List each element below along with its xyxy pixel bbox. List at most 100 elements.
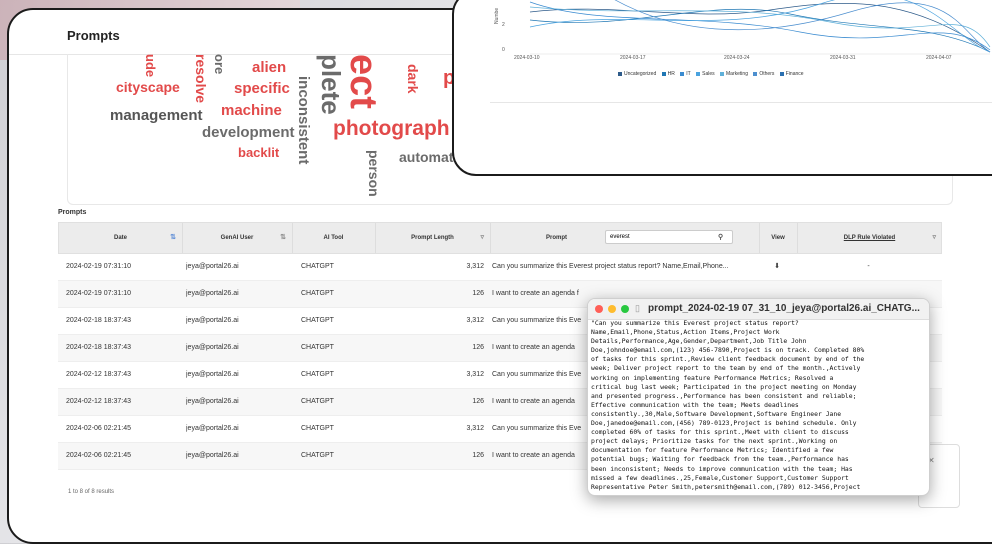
column-length-label: Prompt Length [411,235,454,241]
word-cloud-word: ect [342,54,384,109]
cell-date: 2024-02-18 18:37:43 [66,317,131,324]
word-cloud-word: specific [234,80,290,97]
word-cloud-word: dark [405,64,421,94]
cell-date: 2024-02-12 18:37:43 [66,371,131,378]
cell-tool: CHATGPT [301,344,334,351]
chart-series-group [529,0,991,53]
word-cloud-word: ude [143,54,158,78]
sort-icon[interactable]: ⇅ [280,223,286,253]
column-length[interactable]: Prompt Length ▿ [375,223,491,253]
column-dlp[interactable]: DLP Rule Violated ▿ [797,223,942,253]
cell-length: 3,312 [466,317,484,324]
page-title: Prompts [67,28,120,43]
word-cloud-word: person [366,150,382,197]
legend-item[interactable]: IT [680,71,691,77]
legend-item[interactable]: Uncategorized [618,71,656,77]
legend-item[interactable]: Marketing [720,71,748,77]
cell-date: 2024-02-19 07:31:10 [66,290,131,297]
table-title: Prompts [58,209,87,216]
word-cloud-word: resolve [193,54,209,104]
line-chart: Numbe [494,0,991,55]
column-view: View [759,223,798,253]
cell-prompt: I want to create an agenda [492,398,575,405]
sort-icon[interactable]: ⇅ [170,223,176,253]
chart-legend: Uncategorized HR IT Sales Marketing Othe… [618,71,808,77]
cell-prompt: I want to create an agenda [492,344,575,351]
prompt-preview-window[interactable]: ▯ prompt_2024-02-19 07_31_10_jeya@portal… [587,298,930,496]
close-window-button[interactable] [595,305,603,313]
y-axis-label: Numbe [494,8,500,24]
zoom-window-button[interactable] [621,305,629,313]
table-row[interactable]: 2024-02-19 07:31:10 jeya@portal26.ai CHA… [58,254,942,281]
cell-date: 2024-02-19 07:31:10 [66,263,131,270]
word-cloud-word: cityscape [116,79,180,95]
word-cloud-word: backlit [238,145,280,160]
cell-tool: CHATGPT [301,425,334,432]
cell-length: 126 [472,290,484,297]
cell-length: 126 [472,398,484,405]
word-cloud-word: alien [252,59,287,76]
cell-prompt: Can you summarize this Everest project s… [492,263,729,270]
chart-series-line [614,0,991,53]
y-tick: 0 [502,47,505,53]
legend-item[interactable]: Others [753,71,774,77]
download-icon[interactable]: ⬇ [758,254,796,280]
minimize-window-button[interactable] [608,305,616,313]
cell-length: 3,312 [466,371,484,378]
legend-item[interactable]: Sales [696,71,715,77]
line-chart-card: Numbe 2 0 2024-03-10 2024-03-17 2024-03-… [490,0,992,103]
window-titlebar[interactable]: ▯ prompt_2024-02-19 07_31_10_jeya@portal… [588,299,929,320]
column-user[interactable]: GenAI User ⇅ [182,223,293,253]
column-date-label: Date [113,235,127,241]
filter-icon[interactable]: ▿ [932,223,936,253]
cell-user: jeya@portal26.ai [186,317,239,324]
cell-tool: CHATGPT [301,398,334,405]
x-tick: 2024-03-24 [724,55,750,61]
filter-icon[interactable]: ▿ [480,223,484,253]
cell-date: 2024-02-06 02:21:45 [66,452,131,459]
chart-window: Numbe 2 0 2024-03-10 2024-03-17 2024-03-… [452,0,992,176]
x-tick: 2024-03-31 [830,55,856,61]
search-icon[interactable]: ⚲ [718,223,723,253]
cell-user: jeya@portal26.ai [186,371,239,378]
word-cloud-word: inconsistent [295,76,312,165]
prompt-search-input[interactable] [605,230,733,244]
legend-item[interactable]: Finance [779,71,804,77]
cell-date: 2024-02-18 18:37:43 [66,344,131,351]
legend-item[interactable]: HR [661,71,675,77]
word-cloud-word: machine [221,102,282,119]
cell-user: jeya@portal26.ai [186,263,239,270]
cell-tool: CHATGPT [301,290,334,297]
cell-user: jeya@portal26.ai [186,344,239,351]
chart-series-line [529,6,991,48]
cell-prompt: I want to create an agenda f [492,290,579,297]
cell-tool: CHATGPT [301,263,334,270]
table-header: Date ⇅ GenAI User ⇅ AI Tool Prompt Lengt… [58,222,942,254]
column-user-label: GenAI User [220,235,254,241]
cell-user: jeya@portal26.ai [186,398,239,405]
column-date[interactable]: Date ⇅ [59,223,183,253]
cell-tool: CHATGPT [301,452,334,459]
cell-length: 3,312 [466,263,484,270]
cell-prompt: Can you summarize this Eve [492,425,582,432]
word-cloud-word: ore [212,54,227,75]
cell-user: jeya@portal26.ai [186,425,239,432]
cell-date: 2024-02-12 18:37:43 [66,398,131,405]
cell-tool: CHATGPT [301,371,334,378]
cell-prompt: Can you summarize this Eve [492,317,582,324]
column-tool[interactable]: AI Tool [292,223,376,253]
prompt-text: "Can you summarize this Everest project … [591,319,865,491]
column-prompt-label: Prompt [546,235,567,241]
cell-length: 126 [472,344,484,351]
cell-length: 126 [472,452,484,459]
column-view-label: View [771,235,785,241]
cell-user: jeya@portal26.ai [186,452,239,459]
document-icon: ▯ [635,303,640,313]
x-tick: 2024-03-10 [514,55,540,61]
column-dlp-label: DLP Rule Violated [843,235,896,241]
word-cloud-word: development [202,124,295,141]
x-tick: 2024-03-17 [620,55,646,61]
word-cloud-word: photograph [333,117,450,140]
word-cloud-word: management [110,107,203,124]
cell-date: 2024-02-06 02:21:45 [66,425,131,432]
